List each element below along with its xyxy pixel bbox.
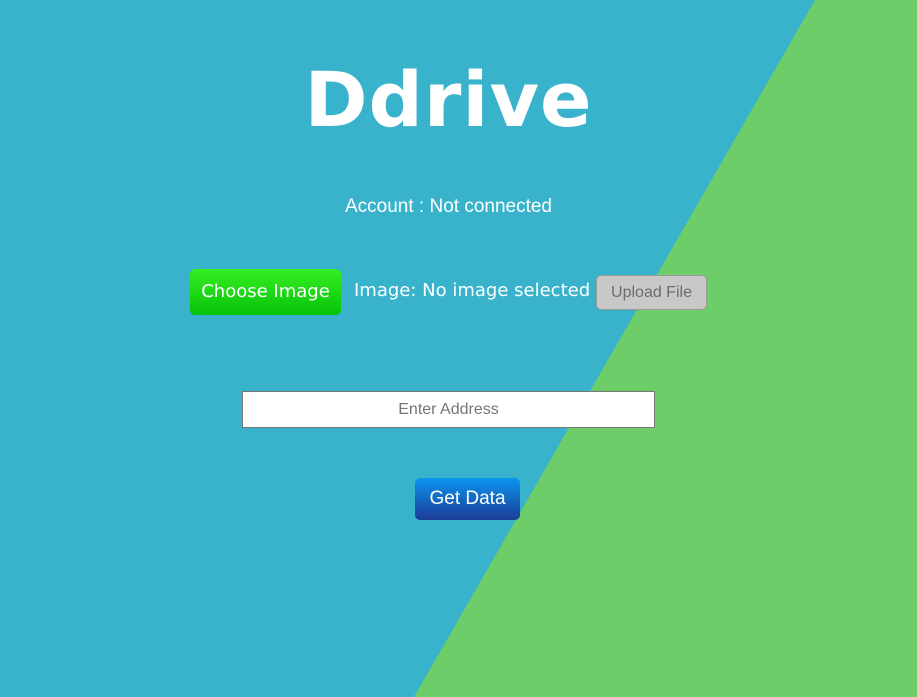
address-input[interactable]	[242, 391, 655, 428]
image-status-label: Image: No image selected	[354, 280, 591, 301]
choose-image-button[interactable]: Choose Image	[190, 269, 341, 315]
page-title: Ddrive	[304, 55, 593, 144]
main-content: Ddrive Account : Not connected Choose Im…	[0, 0, 917, 697]
account-status: Account : Not connected	[344, 196, 552, 217]
get-data-button[interactable]: Get Data	[415, 478, 520, 520]
upload-file-button[interactable]: Upload File	[596, 275, 707, 310]
